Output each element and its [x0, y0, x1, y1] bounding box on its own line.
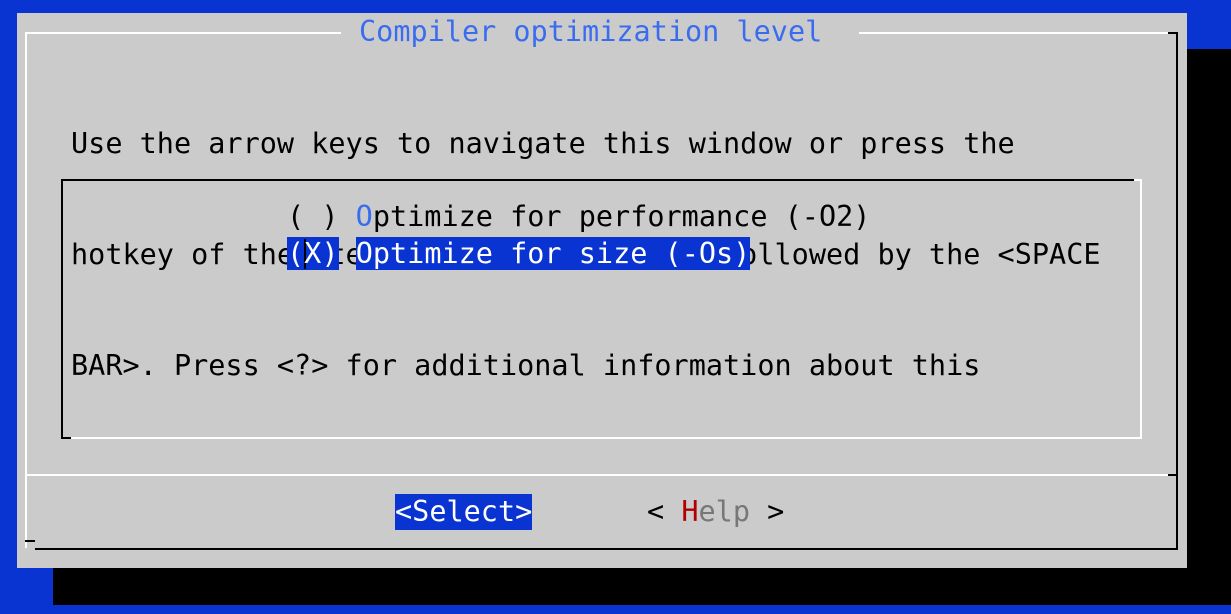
radio-marker[interactable]: ( ) — [287, 200, 338, 233]
frame-line — [859, 32, 1178, 34]
frame-line — [25, 540, 35, 542]
frame-line — [1176, 34, 1178, 550]
option-label-selected: Optimize for size (-Os) — [355, 237, 751, 270]
option-size[interactable]: (X) Optimize for size (-Os) — [287, 236, 751, 272]
frame-line — [1168, 32, 1178, 34]
help-button[interactable]: < Help > — [647, 494, 784, 530]
button-separator — [27, 474, 1176, 476]
option-label: ptimize for performance (-O2) — [372, 200, 871, 233]
button-separator-tick — [1168, 474, 1178, 476]
option-performance[interactable]: ( ) Optimize for performance (-O2) — [287, 199, 870, 235]
help-hotkey: H — [681, 495, 699, 528]
dialog-title: Compiler optimization level — [359, 15, 823, 48]
instruction-line: Use the arrow keys to navigate this wind… — [71, 127, 1015, 160]
frame-line — [35, 548, 1178, 550]
select-button[interactable]: <Select> — [395, 494, 533, 530]
frame-line — [27, 32, 341, 34]
option-hotkey: O — [355, 200, 373, 233]
radio-marker-selected[interactable]: (X) — [287, 237, 339, 270]
frame-line — [25, 32, 27, 548]
